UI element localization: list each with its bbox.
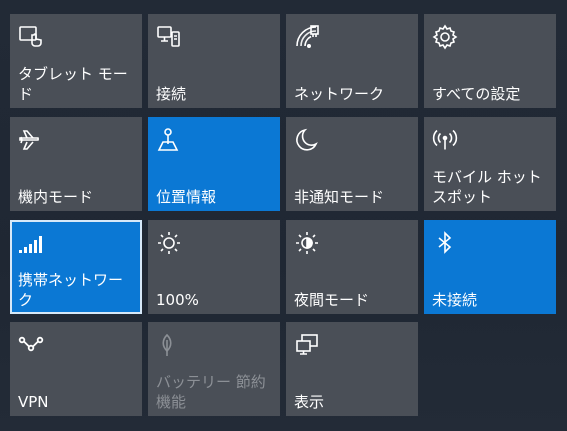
tile-label: 100% xyxy=(156,291,199,309)
vpn-icon xyxy=(18,332,44,358)
network-icon xyxy=(294,24,320,50)
moon-icon xyxy=(294,127,320,153)
vpn-tile[interactable]: VPN xyxy=(10,322,142,416)
action-center-quick-actions: タブレット モード 接続 ネットワーク すべての設定 機内モード 位置情報 非通… xyxy=(0,0,567,431)
tile-label: 非通知モード xyxy=(294,188,385,206)
airplane-mode-tile[interactable]: 機内モード xyxy=(10,117,142,211)
tile-label: 表示 xyxy=(294,393,325,411)
all-settings-tile[interactable]: すべての設定 xyxy=(424,14,556,108)
location-icon xyxy=(156,127,182,153)
brightness-icon xyxy=(156,230,182,256)
tile-label: 接続 xyxy=(156,85,187,103)
bluetooth-icon xyxy=(432,230,458,256)
connect-tile[interactable]: 接続 xyxy=(148,14,280,108)
mobile-hotspot-tile[interactable]: モバイル ホットスポット xyxy=(424,117,556,211)
tile-label: 携帯ネットワーク xyxy=(18,271,124,309)
night-light-icon xyxy=(294,230,320,256)
bluetooth-tile[interactable]: 未接続 xyxy=(424,220,556,314)
gear-icon xyxy=(432,24,458,50)
project-icon xyxy=(294,332,320,358)
tile-label: すべての設定 xyxy=(432,85,521,103)
hotspot-icon xyxy=(432,127,458,153)
tile-label: 位置情報 xyxy=(156,188,217,206)
tablet-mode-icon xyxy=(18,24,44,50)
tile-label: 機内モード xyxy=(18,188,94,206)
cellular-tile[interactable]: 携帯ネットワーク xyxy=(10,220,142,314)
tile-label: 未接続 xyxy=(432,291,478,309)
brightness-tile[interactable]: 100% xyxy=(148,220,280,314)
tile-label: VPN xyxy=(18,393,49,411)
tablet-mode-tile[interactable]: タブレット モード xyxy=(10,14,142,108)
network-tile[interactable]: ネットワーク xyxy=(286,14,418,108)
location-tile[interactable]: 位置情報 xyxy=(148,117,280,211)
battery-saver-icon xyxy=(156,332,182,358)
tile-label: バッテリー 節約機能 xyxy=(156,373,266,411)
tile-label: 夜間モード xyxy=(294,291,370,309)
battery-saver-tile[interactable]: バッテリー 節約機能 xyxy=(148,322,280,416)
tile-label: タブレット モード xyxy=(18,65,128,103)
airplane-icon xyxy=(18,127,44,153)
project-tile[interactable]: 表示 xyxy=(286,322,418,416)
quiet-hours-tile[interactable]: 非通知モード xyxy=(286,117,418,211)
night-light-tile[interactable]: 夜間モード xyxy=(286,220,418,314)
cellular-signal-icon xyxy=(18,230,44,256)
connect-icon xyxy=(156,24,182,50)
tile-label: モバイル ホットスポット xyxy=(432,168,542,206)
tile-label: ネットワーク xyxy=(294,85,385,103)
